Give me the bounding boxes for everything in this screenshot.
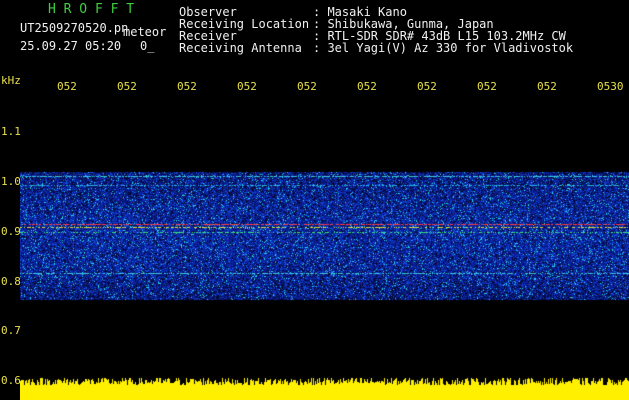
y-tick-0-7: 0.7 bbox=[1, 324, 21, 337]
x-tick-4: 052 bbox=[237, 80, 257, 93]
y-tick-0-8: 0.8 bbox=[1, 275, 21, 288]
x-tick-10: 0530 bbox=[597, 80, 624, 93]
filename: UT2509270520.pn bbox=[20, 21, 129, 35]
x-tick-5: 052 bbox=[297, 80, 317, 93]
app-title: H R O F F T bbox=[48, 2, 135, 17]
y-tick-0-9: 0.9 bbox=[1, 225, 21, 238]
y-tick-0-6: 0.6 bbox=[1, 374, 21, 387]
y-unit-label: kHz bbox=[1, 74, 21, 87]
meteor-label: meteor bbox=[123, 25, 167, 39]
x-tick-3: 052 bbox=[177, 80, 197, 93]
y-tick-1-1: 1.1 bbox=[1, 125, 21, 138]
datetime: 25.09.27 05:20 bbox=[20, 39, 122, 53]
x-tick-8: 052 bbox=[477, 80, 497, 93]
info-value-antenna: : 3el Yagi(V) Az 330 for Vladivostok bbox=[313, 41, 574, 55]
x-tick-7: 052 bbox=[417, 80, 437, 93]
info-label-antenna: Receiving Antenna bbox=[179, 41, 302, 55]
y-tick-1-0: 1.0 bbox=[1, 175, 21, 188]
x-tick-9: 052 bbox=[537, 80, 557, 93]
x-tick-2: 052 bbox=[117, 80, 137, 93]
x-tick-6: 052 bbox=[357, 80, 377, 93]
spectrogram-canvas bbox=[20, 96, 629, 400]
x-tick-1: 052 bbox=[57, 80, 77, 93]
meteor-count: 0_ bbox=[140, 39, 155, 53]
